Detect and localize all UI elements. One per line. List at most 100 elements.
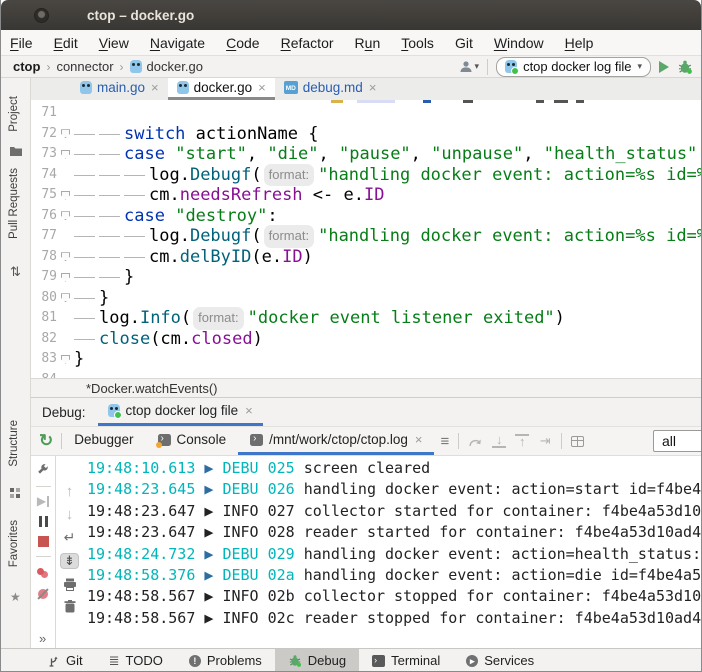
tab-whitespace-mark bbox=[74, 190, 95, 200]
fold-marker[interactable] bbox=[57, 211, 74, 220]
menu-git[interactable]: Git bbox=[455, 35, 473, 51]
close-icon[interactable]: × bbox=[245, 403, 253, 418]
close-icon[interactable]: × bbox=[258, 80, 266, 95]
tab-whitespace-mark bbox=[99, 190, 120, 200]
star-icon[interactable]: ★ bbox=[10, 590, 21, 604]
code-token: (cm. bbox=[150, 329, 191, 350]
code-token: , bbox=[411, 144, 431, 165]
run-to-cursor-icon[interactable]: ⇥ bbox=[538, 435, 552, 447]
resume-program-icon[interactable]: ▶ bbox=[37, 496, 49, 507]
breadcrumb-folder[interactable]: connector bbox=[56, 59, 113, 74]
log-filter-select[interactable]: all bbox=[653, 430, 702, 452]
code-token: "handling docker event: action=%s id=% bbox=[318, 226, 701, 247]
sidebar-item-structure[interactable]: Structure bbox=[8, 420, 20, 467]
log-line: 19:48:58.567 ▶ INFO 02b collector stoppe… bbox=[87, 586, 701, 607]
down-stack-icon[interactable]: ↓ bbox=[66, 508, 74, 522]
statusbar-item-git[interactable]: Git bbox=[35, 649, 96, 672]
breadcrumb-file[interactable]: docker.go bbox=[147, 59, 203, 74]
log-line: 19:48:24.732 ▶ DEBU 029 handling docker … bbox=[87, 544, 701, 565]
fold-marker[interactable] bbox=[57, 293, 74, 302]
tab-main-go[interactable]: main.go × bbox=[71, 78, 168, 100]
soft-wrap-icon[interactable]: ↵ bbox=[64, 531, 76, 544]
go-run-config-icon bbox=[505, 60, 517, 73]
pull-requests-icon[interactable]: ⇅ bbox=[10, 264, 21, 280]
code-token: log. bbox=[99, 308, 140, 329]
log-message: collector stopped for container: f4be4a5… bbox=[304, 587, 701, 605]
menu-view[interactable]: View bbox=[99, 35, 129, 51]
debug-session-tab[interactable]: ctop docker log file × bbox=[98, 398, 263, 426]
log-message: collector started for container: f4be4a5… bbox=[304, 502, 701, 520]
menu-navigate[interactable]: Navigate bbox=[150, 35, 205, 51]
statusbar-item-terminal[interactable]: › Terminal bbox=[359, 649, 453, 672]
menu-file[interactable]: File bbox=[10, 35, 33, 51]
code-token bbox=[165, 144, 175, 165]
options-menu-icon[interactable]: ≡ bbox=[440, 433, 449, 450]
menu-refactor[interactable]: Refactor bbox=[281, 35, 334, 51]
code-editor[interactable]: 7172switch actionName {73case "start", "… bbox=[31, 100, 701, 378]
breadcrumb-project[interactable]: ctop bbox=[13, 59, 40, 74]
statusbar-label: TODO bbox=[126, 653, 163, 668]
window-control-icon[interactable] bbox=[34, 8, 49, 23]
code-token: , bbox=[319, 144, 339, 165]
folder-icon[interactable] bbox=[10, 146, 22, 156]
statusbar-item-todo[interactable]: ≣ TODO bbox=[96, 649, 176, 672]
close-icon[interactable]: × bbox=[151, 80, 159, 95]
menu-help[interactable]: Help bbox=[565, 35, 594, 51]
fold-marker[interactable] bbox=[57, 150, 74, 159]
statusbar-label: Git bbox=[66, 653, 83, 668]
view-breakpoints-icon[interactable] bbox=[37, 568, 44, 575]
code-token: "unpause" bbox=[431, 144, 523, 165]
tab-whitespace-mark bbox=[74, 334, 95, 344]
fold-marker[interactable] bbox=[57, 191, 74, 200]
go-file-icon bbox=[177, 81, 189, 94]
step-out-icon[interactable]: ↑ bbox=[515, 434, 529, 448]
menu-tools[interactable]: Tools bbox=[401, 35, 434, 51]
fold-marker[interactable] bbox=[57, 252, 74, 261]
sidebar-item-pull-requests[interactable]: Pull Requests bbox=[8, 168, 20, 239]
step-over-icon[interactable] bbox=[468, 435, 483, 448]
pause-program-icon[interactable] bbox=[39, 516, 48, 527]
debug-button[interactable] bbox=[677, 59, 693, 74]
tab-debug-md[interactable]: MD debug.md × bbox=[275, 78, 386, 100]
tab-console[interactable]: Console bbox=[146, 427, 239, 455]
menu-window[interactable]: Window bbox=[494, 35, 544, 51]
code-token: cm. bbox=[149, 247, 180, 268]
tab-debugger[interactable]: Debugger bbox=[62, 427, 145, 455]
print-icon[interactable] bbox=[63, 578, 77, 591]
up-stack-icon[interactable]: ↑ bbox=[66, 485, 74, 499]
fold-marker[interactable] bbox=[57, 129, 74, 138]
run-configuration-select[interactable]: ctop docker log file ▾ bbox=[496, 57, 651, 77]
clear-log-icon[interactable] bbox=[64, 600, 76, 613]
menu-run[interactable]: Run bbox=[355, 35, 381, 51]
step-into-icon[interactable]: ↓ bbox=[492, 434, 506, 448]
statusbar-item-services[interactable]: ▸ Services bbox=[453, 649, 547, 672]
tab-log-file[interactable]: /mnt/work/ctop/ctop.log × bbox=[238, 427, 434, 455]
fold-marker[interactable] bbox=[57, 273, 74, 282]
fold-marker[interactable] bbox=[57, 355, 74, 364]
console-toolbar-column: ↑ ↓ ↵ ⇟ bbox=[56, 456, 83, 648]
close-icon[interactable]: × bbox=[415, 432, 423, 447]
statusbar-item-problems[interactable]: ! Problems bbox=[176, 649, 275, 672]
menu-code[interactable]: Code bbox=[226, 35, 259, 51]
tab-docker-go[interactable]: docker.go × bbox=[168, 78, 275, 100]
settings-wrench-icon[interactable] bbox=[36, 463, 50, 477]
user-account-button[interactable]: ▾ bbox=[459, 60, 480, 73]
statusbar-item-debug[interactable]: Debug bbox=[275, 649, 359, 672]
sidebar-item-project[interactable]: Project bbox=[8, 96, 20, 132]
rerun-icon[interactable]: ↻ bbox=[31, 427, 61, 455]
menu-edit[interactable]: Edit bbox=[54, 35, 78, 51]
structure-icon[interactable] bbox=[10, 488, 14, 492]
close-icon[interactable]: × bbox=[369, 80, 377, 95]
scroll-to-end-toggle[interactable]: ⇟ bbox=[60, 553, 79, 569]
run-button[interactable] bbox=[659, 61, 669, 73]
line-number: 82 bbox=[31, 329, 57, 350]
log-output[interactable]: 19:48:10.613 ▶ DEBU 025 screen cleared19… bbox=[83, 456, 701, 648]
mute-breakpoints-icon[interactable] bbox=[38, 589, 48, 599]
go-run-config-icon bbox=[108, 404, 120, 417]
more-actions-icon[interactable]: » bbox=[39, 631, 46, 646]
evaluate-expression-icon[interactable] bbox=[571, 436, 584, 447]
sidebar-item-favorites[interactable]: Favorites bbox=[8, 520, 20, 567]
stop-icon[interactable] bbox=[38, 536, 49, 547]
toolbar-separator bbox=[36, 486, 51, 487]
context-method[interactable]: *Docker.watchEvents() bbox=[86, 381, 218, 396]
